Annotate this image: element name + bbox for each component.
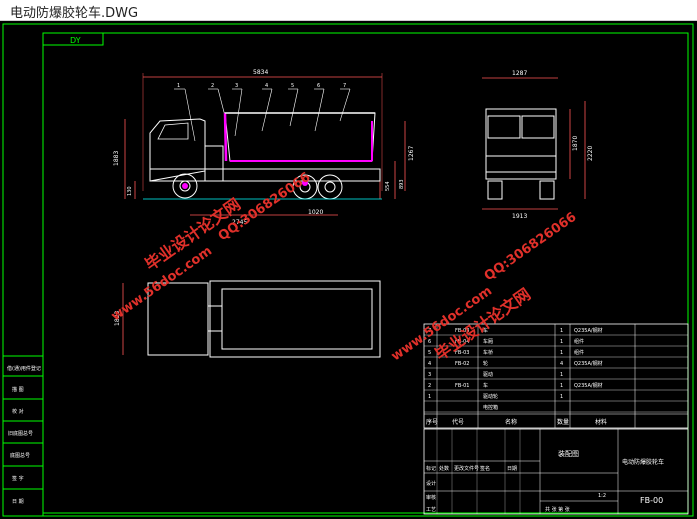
parts-cell-no: 2 — [428, 383, 431, 389]
view-label: DY — [70, 36, 81, 45]
tb-label-review: 审核 — [426, 494, 436, 501]
left-label-2: 校 对 — [12, 408, 24, 415]
balloon-4: 4 — [265, 83, 268, 89]
dim-height-right-b: 554 — [385, 181, 391, 191]
cad-drawing-canvas[interactable]: DY 借(通)用件登记 描 图 校 对 旧底图总号 底图总号 签 字 日 期 5… — [0, 21, 697, 519]
cad-drawing: DY 借(通)用件登记 描 图 校 对 旧底图总号 底图总号 签 字 日 期 5… — [2, 23, 694, 517]
parts-cell-qty: 1 — [560, 328, 563, 334]
tb-title: 电动防爆胶轮车 — [622, 458, 664, 466]
balloon-2: 2 — [211, 83, 214, 89]
parts-cell-code: FB-01 — [455, 383, 469, 389]
parts-cell-no: 3 — [428, 372, 431, 378]
parts-cell-qty: 1 — [560, 383, 563, 389]
left-label-0: 借(通)用件登记 — [7, 365, 41, 372]
front-view: 1287 1913 1870 2220 — [482, 70, 594, 220]
parts-header-code: 代号 — [452, 418, 464, 426]
parts-cell-qty: 1 — [560, 350, 563, 356]
balloon-5: 5 — [291, 83, 294, 89]
tb-label-process: 工艺 — [426, 507, 436, 513]
parts-cell-name: 驱动 — [483, 371, 493, 378]
parts-cell-no: 1 — [428, 394, 431, 400]
tb-label-mark: 标记 — [426, 465, 436, 472]
parts-header-material: 材料 — [595, 418, 607, 426]
parts-cell-name: 车桥 — [483, 349, 493, 356]
left-label-4: 底图总号 — [10, 452, 30, 459]
balloon-3: 3 — [235, 83, 238, 89]
tb-sheet: 共 张 第 张 — [545, 506, 570, 513]
parts-cell-name: 电控箱 — [483, 404, 498, 411]
tb-drawing-no: FB-00 — [640, 496, 663, 505]
front-dim-top: 1287 — [512, 70, 527, 77]
balloon-7: 7 — [343, 83, 346, 89]
tb-label-count: 处数 — [439, 465, 449, 472]
front-dim-height-a: 1870 — [572, 136, 579, 151]
tb-label-date: 日期 — [507, 466, 517, 472]
parts-cell-name: 车 — [483, 382, 488, 389]
tb-label-design: 设计 — [426, 480, 436, 487]
tb-assembly: 装配图 — [558, 449, 579, 458]
dim-height-right-a: 1267 — [408, 146, 415, 161]
tb-scale: 1:2 — [598, 493, 606, 499]
sheet-inner-frame — [42, 32, 689, 514]
left-label-5: 签 字 — [12, 475, 24, 482]
parts-cell-material: 组件 — [574, 338, 584, 345]
watermark-qq-2: QQ:306826066 — [482, 210, 580, 285]
parts-cell-material: Q235A/钢材 — [574, 382, 603, 389]
balloon-6: 6 — [317, 83, 320, 89]
window-title: 电动防爆胶轮车.DWG — [10, 6, 139, 21]
parts-cell-no: 4 — [428, 361, 431, 367]
tb-label-change: 更改文件号 — [454, 465, 479, 472]
parts-header-no: 序号 — [426, 418, 438, 426]
dim-bottom-left: 130 — [127, 186, 133, 196]
balloon-1: 1 — [177, 83, 180, 89]
dim-height-left: 1883 — [113, 151, 120, 166]
left-label-6: 日 期 — [12, 499, 24, 505]
parts-header-qty: 数量 — [557, 418, 569, 426]
sheet-outer-frame — [2, 23, 694, 517]
left-label-3: 旧底图总号 — [8, 430, 33, 437]
left-column: 借(通)用件登记 描 图 校 对 旧底图总号 底图总号 签 字 日 期 — [2, 355, 44, 517]
parts-cell-material: 组件 — [574, 349, 584, 356]
parts-cell-code: FB-02 — [455, 361, 469, 367]
dim-overall-length: 5834 — [253, 69, 268, 76]
parts-cell-no: 5 — [428, 350, 431, 356]
parts-cell-name: 轮 — [483, 360, 488, 367]
parts-cell-material: Q235A/钢材 — [574, 327, 603, 334]
parts-cell-name: 车厢 — [483, 338, 493, 345]
window-titlebar: 电动防爆胶轮车.DWG — [0, 0, 697, 21]
left-label-1: 描 图 — [12, 386, 24, 393]
parts-header-name: 名称 — [505, 418, 517, 426]
tb-label-sign: 签名 — [480, 465, 490, 472]
parts-cell-qty: 1 — [560, 394, 563, 400]
parts-cell-name: 驱动轮 — [483, 393, 498, 400]
front-dim-bottom: 1913 — [512, 213, 527, 220]
title-block: 标记 处数 更改文件号 签名 日期 设计 审核 工艺 装配图 1:2 共 张 第… — [423, 428, 689, 515]
parts-cell-material: Q235A/钢材 — [574, 360, 603, 367]
parts-cell-qty: 1 — [560, 372, 563, 378]
dim-height-right-c: 893 — [399, 179, 405, 189]
dim-bottom-1: 1020 — [308, 209, 323, 216]
parts-cell-qty: 4 — [560, 361, 563, 367]
parts-cell-qty: 1 — [560, 339, 563, 345]
front-dim-height-b: 2220 — [587, 146, 594, 161]
